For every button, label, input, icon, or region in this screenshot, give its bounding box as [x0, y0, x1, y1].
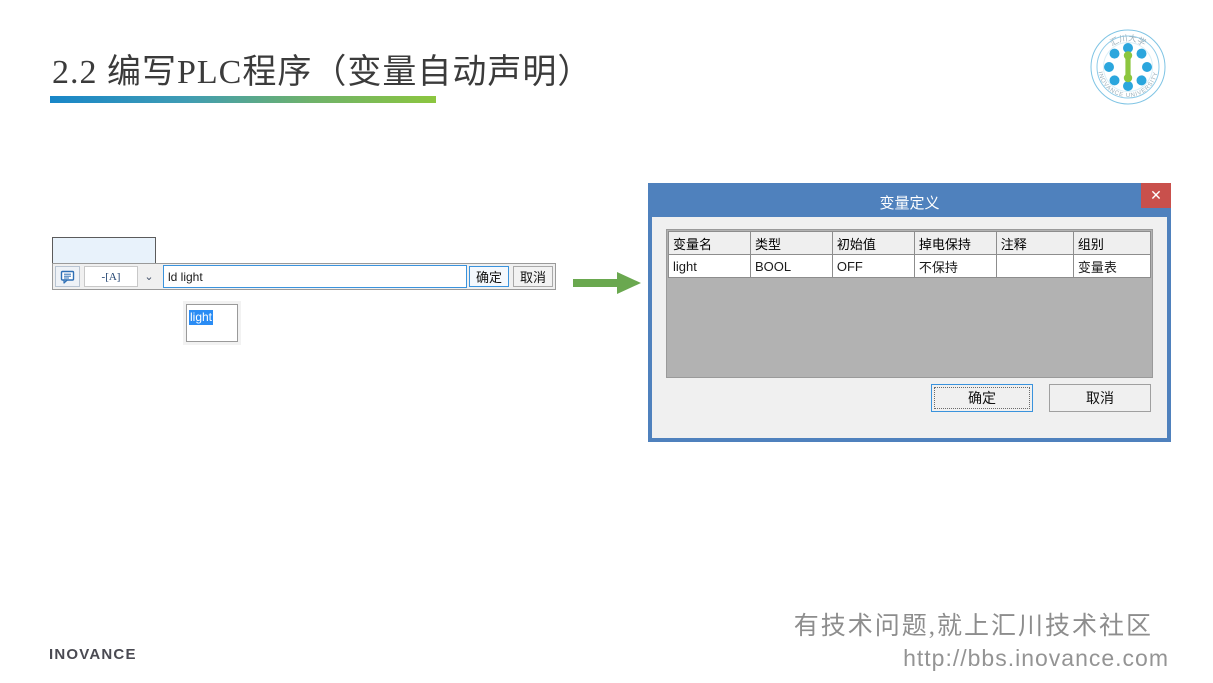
variable-table: 变量名 类型 初始值 掉电保持 注释 组别 light BOOL OFF 不保持 [668, 231, 1152, 278]
close-icon[interactable]: ✕ [1141, 183, 1171, 208]
expression-input[interactable]: ld light [163, 265, 467, 288]
dialog-title: 变量定义 [879, 194, 940, 212]
variable-definition-dialog: 变量定义 ✕ 变量名 类型 初始值 掉电保持 注释 组别 light BOOL … [648, 183, 1171, 442]
comment-icon [60, 270, 75, 284]
flow-arrow [573, 270, 645, 296]
table-row[interactable]: light BOOL OFF 不保持 变量表 [668, 254, 1152, 278]
column-header-type[interactable]: 类型 [749, 231, 833, 255]
instruction-type-combo[interactable]: -[A] [84, 266, 138, 287]
inline-cancel-button[interactable]: 取消 [513, 266, 553, 287]
inovance-wordmark: INOVANCE [49, 646, 137, 663]
cell-variable-name[interactable]: light [668, 254, 751, 278]
column-header-group[interactable]: 组别 [1072, 231, 1152, 255]
variable-grid-frame: 变量名 类型 初始值 掉电保持 注释 组别 light BOOL OFF 不保持 [666, 229, 1153, 378]
dialog-titlebar: 变量定义 ✕ [652, 183, 1171, 217]
ladder-editor-inline-entry: -[A] ⌄ ld light 确定 取消 [52, 237, 556, 293]
dialog-body: 变量名 类型 初始值 掉电保持 注释 组别 light BOOL OFF 不保持 [652, 217, 1167, 378]
arrow-right-icon [573, 272, 641, 294]
footer-url: http://bbs.inovance.com [903, 645, 1169, 671]
ladder-network-cell[interactable] [52, 237, 156, 263]
footer-slogan: 有技术问题,就上汇川技术社区 [793, 613, 1153, 640]
cell-retain[interactable]: 不保持 [913, 254, 997, 278]
comment-icon-button[interactable] [55, 266, 80, 287]
autocomplete-list: light [186, 304, 238, 342]
autocomplete-popup: light [183, 301, 241, 345]
column-header-retain[interactable]: 掉电保持 [913, 231, 997, 255]
autocomplete-item-light[interactable]: light [189, 310, 214, 325]
title-accent-rule [50, 96, 436, 103]
chevron-down-icon[interactable]: ⌄ [138, 266, 160, 287]
expression-entry-bar: -[A] ⌄ ld light 确定 取消 [52, 263, 556, 290]
table-header-row: 变量名 类型 初始值 掉电保持 注释 组别 [668, 231, 1152, 255]
inline-confirm-button[interactable]: 确定 [469, 266, 509, 287]
dialog-ok-button[interactable]: 确定 [931, 384, 1033, 412]
cell-initial-value[interactable]: OFF [831, 254, 915, 278]
cell-comment[interactable] [995, 254, 1074, 278]
dialog-button-row: 确定 取消 [652, 384, 1167, 412]
column-header-name[interactable]: 变量名 [668, 231, 751, 255]
column-header-initial[interactable]: 初始值 [831, 231, 915, 255]
dialog-cancel-button[interactable]: 取消 [1049, 384, 1151, 412]
column-header-comment[interactable]: 注释 [995, 231, 1074, 255]
inovance-university-logo: 汇川大学 INOVANCE UNIVERSITY [1089, 28, 1167, 106]
cell-variable-type[interactable]: BOOL [749, 254, 833, 278]
cell-group[interactable]: 变量表 [1072, 254, 1152, 278]
emblem-svg: 汇川大学 INOVANCE UNIVERSITY [1090, 29, 1166, 105]
page-title: 2.2 编写PLC程序（变量自动声明） [52, 54, 593, 91]
